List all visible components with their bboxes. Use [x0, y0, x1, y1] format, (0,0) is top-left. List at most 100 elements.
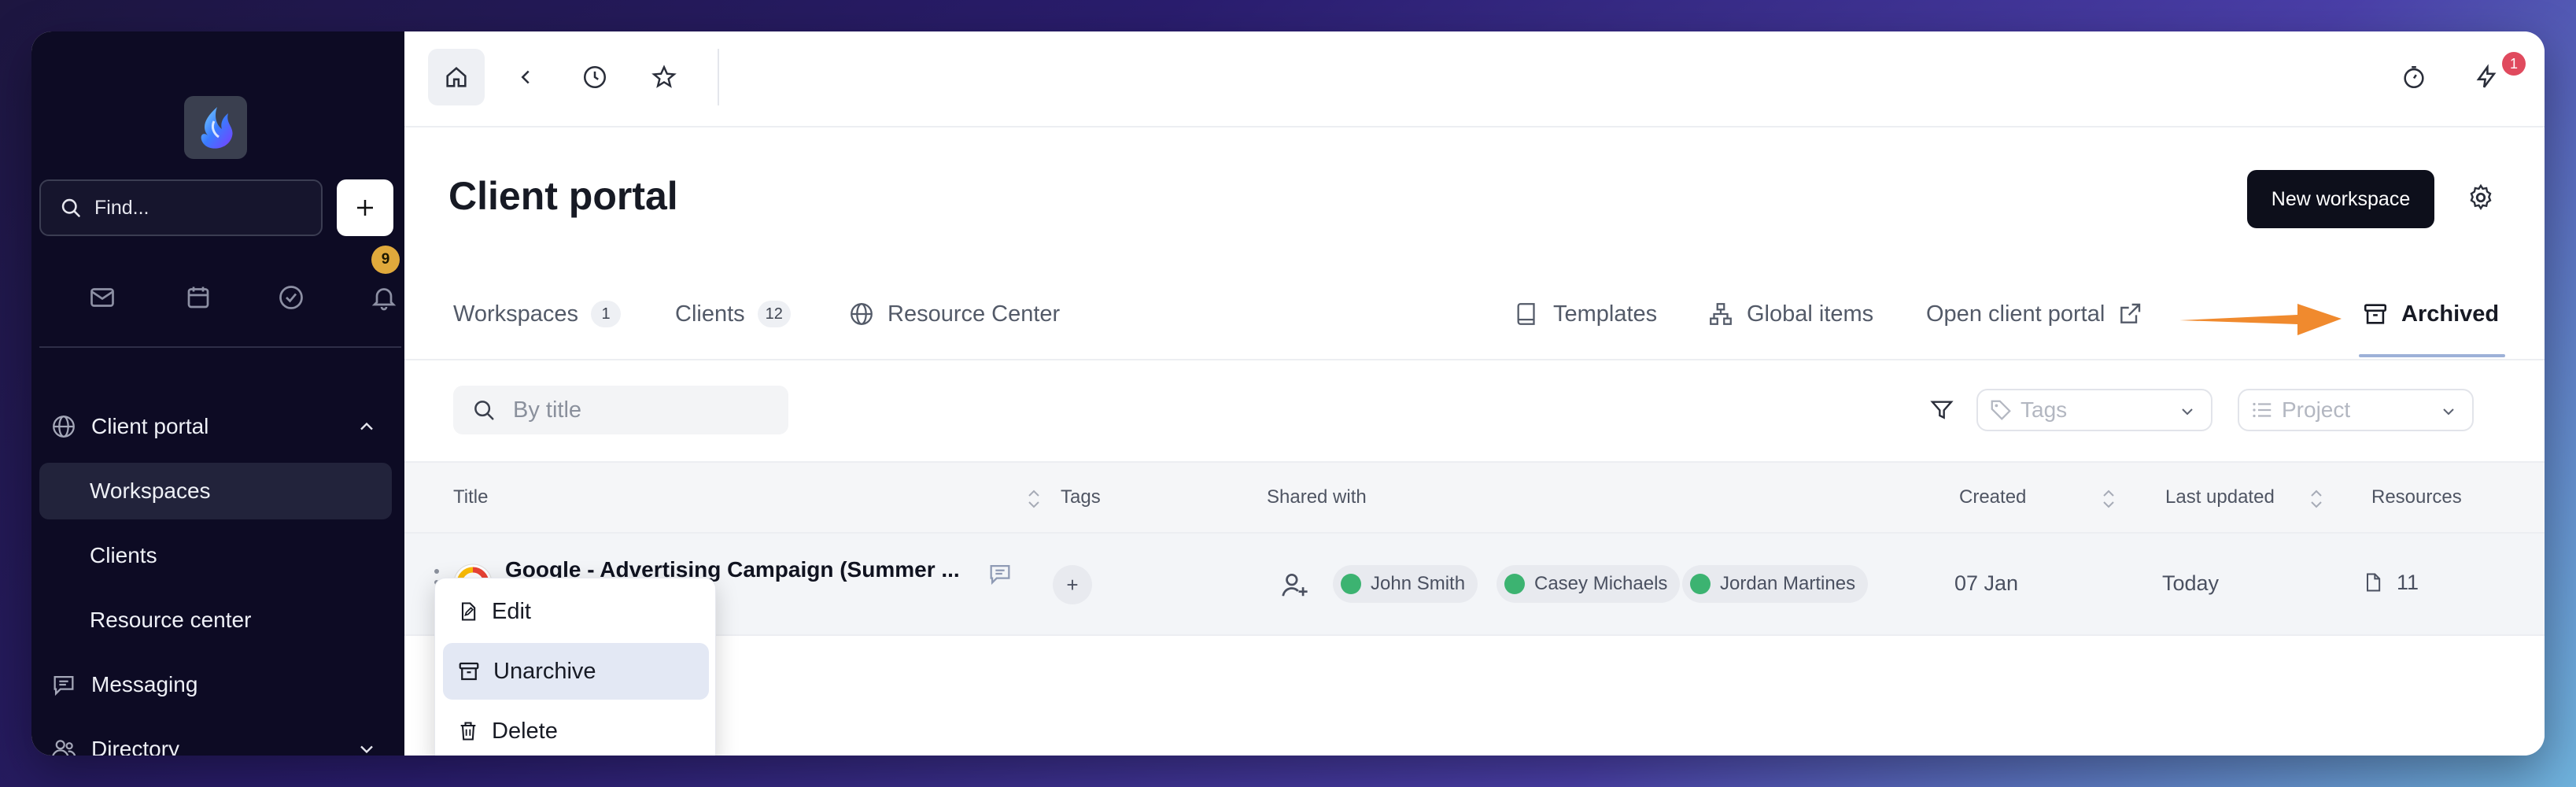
gear-icon — [2470, 183, 2492, 210]
external-link-icon — [2117, 301, 2142, 327]
mail-icon[interactable] — [88, 283, 116, 316]
new-workspace-button[interactable]: New workspace — [2247, 170, 2434, 228]
tab-open-client-portal[interactable]: Open client portal — [1926, 291, 2142, 337]
add-button[interactable] — [337, 179, 393, 236]
chevron-left-icon — [521, 70, 530, 84]
column-shared-with: Shared with — [1267, 486, 1367, 508]
last-updated-date: Today — [2162, 571, 2220, 595]
toolbar-divider — [718, 49, 719, 105]
clock-icon — [583, 65, 607, 89]
filter-bar: By title Tags Project — [404, 362, 2545, 461]
tab-label: Archived — [2401, 301, 2500, 327]
sort-icon[interactable] — [2308, 485, 2324, 517]
stopwatch-icon — [2404, 65, 2424, 89]
filter-button[interactable] — [1929, 397, 1954, 426]
favorites-button[interactable] — [636, 49, 692, 105]
top-toolbar: 1 — [404, 31, 2545, 127]
menu-item-delete[interactable]: Delete — [443, 703, 709, 756]
sort-icon[interactable] — [2101, 485, 2117, 517]
tab-count: 1 — [591, 301, 622, 327]
tab-archived[interactable]: Archived — [2362, 291, 2499, 337]
sidebar-item-clients[interactable]: Clients — [39, 527, 392, 584]
globe-icon — [50, 413, 79, 440]
tab-clients[interactable]: Clients 12 — [675, 291, 791, 337]
app-logo[interactable] — [184, 96, 247, 159]
trash-icon — [460, 722, 476, 741]
sidebar-item-directory[interactable]: Directory — [39, 721, 392, 756]
menu-item-edit[interactable]: Edit — [443, 583, 709, 640]
tab-label: Resource Center — [888, 301, 1061, 327]
title-search-placeholder: By title — [513, 397, 582, 423]
notification-badge: 9 — [371, 246, 400, 274]
sidebar-item-workspaces[interactable]: Workspaces — [39, 463, 392, 519]
shared-user-name: Casey Michaels — [1534, 573, 1668, 594]
home-button[interactable] — [428, 49, 485, 105]
tab-bar: Workspaces 1 Clients 12 Resource Center … — [404, 268, 2545, 360]
title-search-input[interactable]: By title — [453, 386, 788, 434]
sidebar-item-label: Resource center — [90, 608, 252, 632]
history-button[interactable] — [566, 49, 623, 105]
shared-user-chip[interactable]: John Smith — [1333, 565, 1478, 603]
project-select[interactable]: Project — [2238, 389, 2474, 431]
users-icon — [50, 736, 79, 756]
tab-global-items[interactable]: Global items — [1707, 291, 1873, 337]
sidebar-search-input[interactable]: Find... — [39, 179, 323, 236]
archive-box-icon — [459, 662, 479, 681]
resources-count[interactable]: 11 — [2362, 570, 2419, 595]
sidebar-item-label: Clients — [90, 543, 157, 567]
globe-icon — [848, 301, 875, 327]
tab-label: Templates — [1553, 301, 1658, 327]
sidebar-item-client-portal[interactable]: Client portal — [39, 398, 392, 455]
menu-item-unarchive[interactable]: Unarchive — [443, 643, 709, 700]
project-placeholder: Project — [2282, 397, 2351, 422]
back-button[interactable] — [497, 49, 554, 105]
tab-count: 12 — [757, 301, 791, 327]
shared-user-name: John Smith — [1371, 573, 1466, 594]
search-icon — [474, 401, 494, 420]
table-row[interactable]: Google - Advertising Campaign (Summer ..… — [404, 534, 2545, 636]
created-date: 07 Jan — [1954, 571, 2019, 595]
tab-workspaces[interactable]: Workspaces 1 — [453, 291, 622, 337]
shared-user-name: Jordan Martines — [1720, 573, 1856, 594]
sitemap-icon — [1707, 301, 1734, 327]
sidebar-divider — [39, 346, 401, 348]
sidebar-item-resource-center[interactable]: Resource center — [39, 592, 392, 648]
tab-templates[interactable]: Templates — [1514, 291, 1657, 337]
column-resources: Resources — [2371, 486, 2462, 508]
tag-icon — [1989, 398, 2013, 422]
tab-resource-center[interactable]: Resource Center — [848, 291, 1060, 337]
add-tag-button[interactable]: + — [1053, 565, 1092, 604]
calendar-icon[interactable] — [184, 283, 212, 316]
tags-select[interactable]: Tags — [1976, 389, 2212, 431]
settings-button[interactable] — [2466, 183, 2496, 216]
comment-icon[interactable] — [987, 560, 1013, 591]
resources-value: 11 — [2397, 570, 2419, 594]
tab-label: Open client portal — [1926, 301, 2105, 327]
timer-button[interactable] — [2386, 49, 2442, 105]
column-tags: Tags — [1061, 486, 1101, 508]
shared-user-chip[interactable]: Casey Michaels — [1497, 565, 1681, 603]
sidebar-item-messaging[interactable]: Messaging — [39, 656, 392, 713]
task-check-icon[interactable] — [277, 283, 305, 316]
file-icon — [2367, 573, 2381, 592]
sort-icon[interactable] — [1026, 485, 1042, 517]
column-last-updated[interactable]: Last updated — [2165, 486, 2275, 508]
flame-logo-icon — [201, 107, 233, 149]
plus-icon — [357, 200, 373, 216]
column-created[interactable]: Created — [1959, 486, 2026, 508]
list-icon — [2250, 398, 2274, 422]
shared-user-chip[interactable]: Jordan Martines — [1682, 565, 1869, 603]
sidebar-item-label: Client portal — [91, 414, 209, 438]
column-title[interactable]: Title — [453, 486, 488, 508]
edit-file-icon — [461, 602, 476, 621]
chevron-down-icon — [356, 738, 378, 756]
chevron-down-icon — [2178, 401, 2197, 427]
status-dot — [1504, 574, 1525, 594]
add-user-icon[interactable] — [1279, 570, 1309, 604]
tab-label: Global items — [1747, 301, 1874, 327]
sidebar: Find... 9 Client portal Workspaces Clien… — [31, 31, 404, 756]
bell-icon[interactable] — [370, 283, 398, 316]
chevron-up-icon — [356, 416, 378, 443]
page-title: Client portal — [448, 174, 678, 218]
table-header: Title Tags Shared with Created Last upda… — [404, 461, 2545, 534]
